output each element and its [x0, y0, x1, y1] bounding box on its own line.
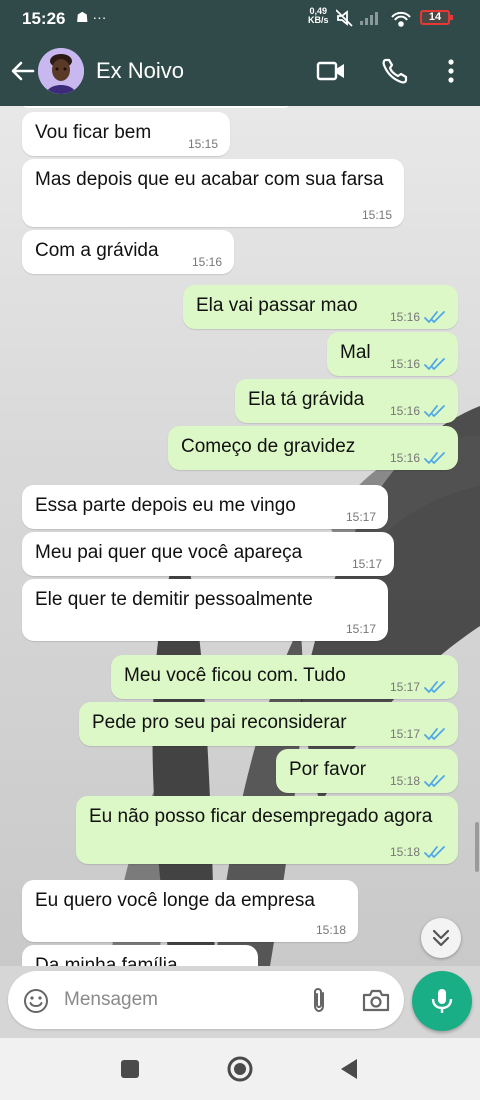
status-time: 15:26: [22, 9, 66, 28]
message-time: 15:18: [389, 774, 420, 788]
system-navigation-bar: [0, 1038, 480, 1100]
network-speed-unit: KB/s: [308, 15, 329, 25]
message-text: Mas depois que eu acabar com sua farsa: [35, 169, 384, 190]
message-meta: 15:16: [192, 255, 222, 269]
read-receipt-icon: [424, 311, 445, 323]
read-receipt-icon: [424, 775, 445, 787]
read-receipt-icon: [424, 681, 445, 693]
outgoing-message[interactable]: Ela vai passar mao 15:16: [183, 285, 458, 329]
home-icon[interactable]: [225, 1054, 255, 1084]
incoming-message[interactable]: Vou ficar bem 15:15: [22, 112, 230, 156]
incoming-message[interactable]: Com a grávida 15:16: [22, 230, 234, 274]
avatar-illustration-icon: [38, 48, 84, 94]
message-meta: 15:17: [352, 557, 382, 571]
avatar[interactable]: [38, 48, 84, 94]
status-icons: [336, 9, 411, 27]
incoming-message[interactable]: Essa parte depois eu me vingo 15:17: [22, 485, 388, 529]
message-time: 15:16: [389, 310, 420, 324]
outgoing-message[interactable]: Pede pro seu pai reconsiderar 15:17: [79, 702, 458, 746]
message-time: 15:17: [345, 510, 376, 524]
double-chevron-down-icon: [432, 929, 450, 947]
message-text: Meu pai quer que você apareça: [35, 542, 303, 563]
read-receipt-icon: [424, 358, 445, 370]
outgoing-message[interactable]: Ela tá grávida 15:16: [235, 379, 458, 423]
message-meta: 15:17: [346, 622, 376, 636]
more-options-icon[interactable]: [434, 54, 468, 88]
mute-icon: [336, 9, 353, 27]
message-composer: [0, 966, 480, 1038]
message-text: Essa parte depois eu me vingo: [35, 495, 296, 516]
message-time: 15:17: [389, 727, 420, 741]
scrollbar-thumb[interactable]: [475, 822, 479, 872]
message-time: 15:16: [389, 404, 420, 418]
message-text: Eu não posso ficar desempregado agora: [89, 806, 433, 827]
back-arrow-icon[interactable]: [8, 56, 38, 86]
read-receipt-icon: [424, 452, 445, 464]
incoming-message[interactable]: Meu pai quer que você apareça 15:17: [22, 532, 394, 576]
message-meta: 15:16: [390, 404, 446, 418]
incoming-message[interactable]: Ele quer te demitir pessoalmente 15:17: [22, 579, 388, 641]
read-receipt-icon: [424, 846, 445, 858]
incoming-message[interactable]: Eu quero você longe da empresa 15:18: [22, 880, 358, 942]
message-input[interactable]: [64, 985, 294, 1015]
back-triangle-icon[interactable]: [335, 1054, 365, 1084]
outgoing-message[interactable]: Eu não posso ficar desempregado agora 15:…: [76, 796, 458, 864]
notification-icons: ☗ ···: [76, 9, 107, 25]
contact-name[interactable]: Ex Noivo: [96, 58, 184, 84]
message-time: 15:18: [389, 845, 420, 859]
message-meta: 15:18: [316, 923, 346, 937]
message-meta: 15:15: [362, 208, 392, 222]
incoming-message[interactable]: Da minha família: [22, 945, 258, 966]
message-meta: 15:15: [188, 137, 218, 151]
read-receipt-icon: [424, 405, 445, 417]
message-meta: 15:18: [390, 845, 446, 859]
phone-call-icon[interactable]: [378, 54, 412, 88]
message-meta: 15:17: [390, 680, 446, 694]
message-time: 15:17: [389, 680, 420, 694]
message-time: 15:17: [351, 557, 382, 571]
message-time: 15:17: [345, 622, 376, 636]
outgoing-message[interactable]: Meu você ficou com. Tudo 15:17: [111, 655, 458, 699]
wifi-icon: [391, 11, 411, 27]
recent-apps-icon[interactable]: [115, 1054, 145, 1084]
message-time: 15:18: [315, 923, 346, 937]
message-text: Eu quero você longe da empresa: [35, 890, 315, 911]
voice-record-button[interactable]: [412, 971, 472, 1031]
message-text: Da minha família: [35, 955, 178, 966]
message-time: 15:15: [361, 208, 392, 222]
message-time: 15:15: [187, 137, 218, 151]
status-bar: 15:26 ☗ ··· 0,49 KB/s 14: [0, 0, 480, 36]
message-meta: 15:16: [390, 451, 446, 465]
message-meta: 15:16: [390, 357, 446, 371]
chat-area[interactable]: Vou ficar bem 15:15 Mas depois que eu acab…: [0, 106, 480, 966]
microphone-icon: [431, 989, 453, 1013]
message-time: 15:16: [389, 357, 420, 371]
signal-icon: [360, 12, 378, 25]
message-time: 15:16: [191, 255, 222, 269]
message-meta: 15:17: [390, 727, 446, 741]
partial-message-top: [22, 106, 290, 108]
video-call-icon[interactable]: [314, 54, 348, 88]
outgoing-message[interactable]: Começo de gravidez 15:16: [168, 426, 458, 470]
camera-icon[interactable]: [360, 985, 392, 1015]
message-time: 15:16: [389, 451, 420, 465]
outgoing-message[interactable]: Por favor 15:18: [276, 749, 458, 793]
message-meta: 15:18: [390, 774, 446, 788]
scroll-to-bottom-button[interactable]: [421, 918, 461, 958]
incoming-message[interactable]: Mas depois que eu acabar com sua farsa 15…: [22, 159, 404, 227]
message-input-pill: [8, 971, 404, 1029]
attach-icon[interactable]: [304, 985, 334, 1015]
message-text: Ele quer te demitir pessoalmente: [35, 589, 313, 610]
network-speed: 0,49 KB/s: [308, 7, 329, 25]
message-meta: 15:16: [390, 310, 446, 324]
battery-icon: 14: [420, 10, 453, 25]
chat-header: Ex Noivo: [0, 36, 480, 106]
message-meta: 15:17: [346, 510, 376, 524]
read-receipt-icon: [424, 728, 445, 740]
outgoing-message[interactable]: Mal 15:16: [327, 332, 458, 376]
emoji-icon[interactable]: [22, 987, 50, 1015]
